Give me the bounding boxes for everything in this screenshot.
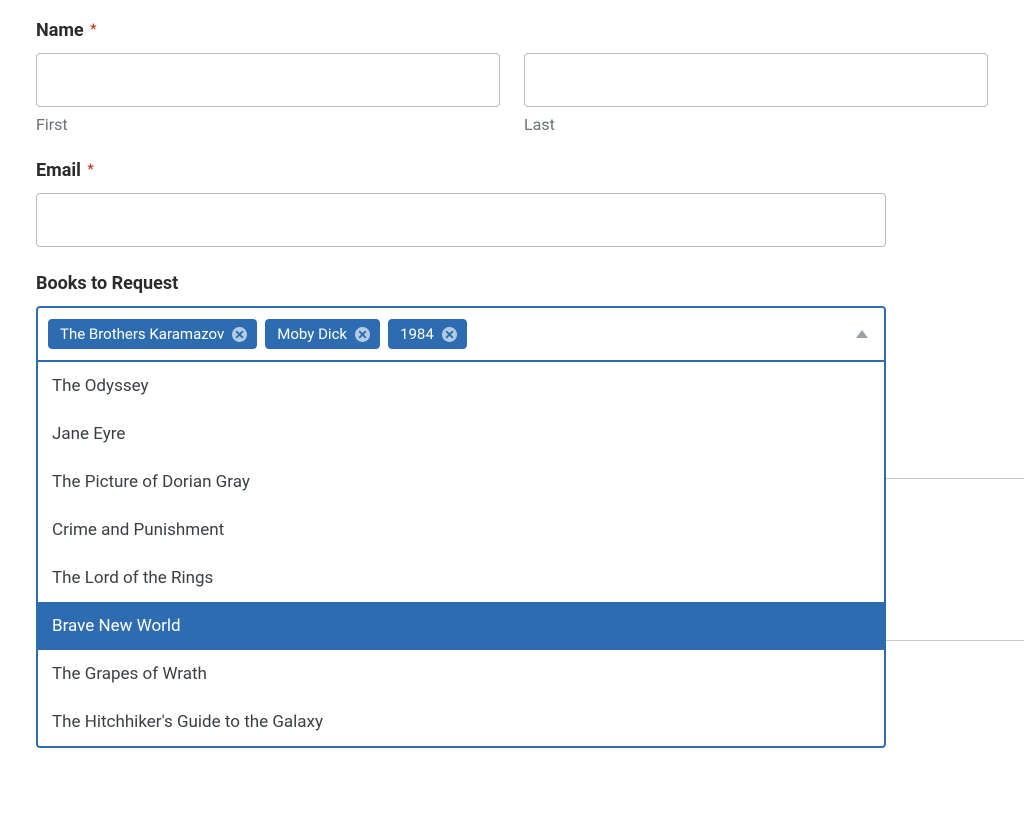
books-field-group: Books to Request The Brothers Karamazov M… xyxy=(36,273,988,748)
book-option[interactable]: The Grapes of Wrath xyxy=(38,650,884,698)
email-label: Email * xyxy=(36,160,988,181)
required-indicator-icon: * xyxy=(90,20,96,38)
last-name-sublabel: Last xyxy=(524,115,988,134)
book-option[interactable]: Jane Eyre xyxy=(38,410,884,458)
chip-label: 1984 xyxy=(400,325,434,343)
first-name-sublabel: First xyxy=(36,115,500,134)
chip-label: The Brothers Karamazov xyxy=(60,325,224,343)
last-name-col: Last xyxy=(524,53,988,134)
books-label: Books to Request xyxy=(36,273,988,294)
book-option[interactable]: The Hitchhiker's Guide to the Galaxy xyxy=(38,698,884,746)
name-label: Name * xyxy=(36,20,988,41)
name-inputs-row: First Last xyxy=(36,53,988,134)
close-icon[interactable] xyxy=(355,327,370,342)
books-multiselect-control[interactable]: The Brothers Karamazov Moby Dick 1984 xyxy=(36,306,886,362)
name-field-group: Name * First Last xyxy=(36,20,988,134)
email-input[interactable] xyxy=(36,193,886,247)
first-name-input[interactable] xyxy=(36,53,500,107)
close-icon[interactable] xyxy=(232,327,247,342)
name-label-text: Name xyxy=(36,20,84,41)
chip-label: Moby Dick xyxy=(277,325,347,343)
selected-book-chip: The Brothers Karamazov xyxy=(48,319,257,349)
books-multiselect-listbox[interactable]: The OdysseyJane EyreThe Picture of Doria… xyxy=(36,362,886,748)
book-option[interactable]: The Picture of Dorian Gray xyxy=(38,458,884,506)
book-option[interactable]: The Lord of the Rings xyxy=(38,554,884,602)
chevron-up-icon[interactable] xyxy=(856,330,868,338)
first-name-col: First xyxy=(36,53,500,134)
selected-book-chip: Moby Dick xyxy=(265,319,380,349)
book-option[interactable]: Brave New World xyxy=(38,602,884,650)
required-indicator-icon: * xyxy=(87,160,93,178)
books-multiselect: The Brothers Karamazov Moby Dick 1984 The … xyxy=(36,306,886,748)
last-name-input[interactable] xyxy=(524,53,988,107)
email-label-text: Email xyxy=(36,160,81,181)
book-option[interactable]: Crime and Punishment xyxy=(38,506,884,554)
close-icon[interactable] xyxy=(442,327,457,342)
book-option[interactable]: The Odyssey xyxy=(38,362,884,410)
selected-book-chip: 1984 xyxy=(388,319,467,349)
email-field-group: Email * xyxy=(36,160,988,247)
